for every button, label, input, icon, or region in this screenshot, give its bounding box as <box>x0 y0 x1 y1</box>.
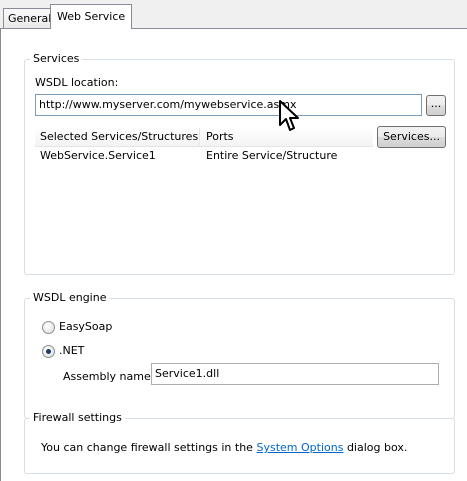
radio-selected-dot <box>46 349 51 354</box>
mouse-pointer-icon <box>279 100 299 131</box>
radio-dotnet-button[interactable] <box>42 345 55 358</box>
services-group-title: Services <box>30 52 83 65</box>
firewall-text: You can change firewall settings in the … <box>41 441 407 454</box>
radio-easysoap[interactable]: EasySoap <box>42 319 162 335</box>
tab-panel: Services WSDL location: http://www.myser… <box>0 28 467 481</box>
tab-web-service-label: Web Service <box>57 10 126 23</box>
list-item-port: Entire Service/Structure <box>206 149 338 162</box>
radio-easysoap-button[interactable] <box>42 321 55 334</box>
firewall-group-title: Firewall settings <box>30 411 125 424</box>
firewall-text-before: You can change firewall settings in the <box>41 441 253 454</box>
list-item[interactable]: WebService.Service1 Entire Service/Struc… <box>35 148 373 164</box>
browse-button[interactable]: ... <box>426 95 446 116</box>
wsdl-engine-group: WSDL engine EasySoap .NET Assembly name:… <box>24 291 455 419</box>
browse-button-label: ... <box>430 97 442 110</box>
wsdl-location-label: WSDL location: <box>35 76 119 89</box>
services-list-header: Selected Services/Structures Ports <box>35 127 373 147</box>
wsdl-location-input[interactable]: http://www.myserver.com/mywebservice.asm… <box>35 94 422 116</box>
services-list[interactable]: Selected Services/Structures Ports WebSe… <box>35 127 373 187</box>
system-options-link[interactable]: System Options <box>256 441 343 454</box>
firewall-group: Firewall settings You can change firewal… <box>24 411 455 474</box>
radio-dotnet[interactable]: .NET <box>42 343 162 359</box>
radio-easysoap-label: EasySoap <box>59 320 113 333</box>
column-header-ports[interactable]: Ports <box>201 127 234 147</box>
assembly-name-label: Assembly name: <box>63 370 155 383</box>
tab-general[interactable]: General <box>3 8 57 29</box>
tab-web-service[interactable]: Web Service <box>50 4 133 29</box>
column-separator <box>199 128 200 146</box>
services-group: Services WSDL location: http://www.myser… <box>24 52 455 275</box>
firewall-text-after: dialog box. <box>346 441 408 454</box>
services-button[interactable]: Services... <box>377 126 446 148</box>
radio-dotnet-label: .NET <box>59 344 85 357</box>
wsdl-engine-group-title: WSDL engine <box>30 291 110 304</box>
tab-general-label: General <box>8 12 52 25</box>
services-button-label: Services... <box>383 130 440 143</box>
list-item-service: WebService.Service1 <box>40 149 156 162</box>
assembly-name-input[interactable]: Service1.dll <box>151 363 439 385</box>
column-header-services[interactable]: Selected Services/Structures <box>35 127 198 147</box>
